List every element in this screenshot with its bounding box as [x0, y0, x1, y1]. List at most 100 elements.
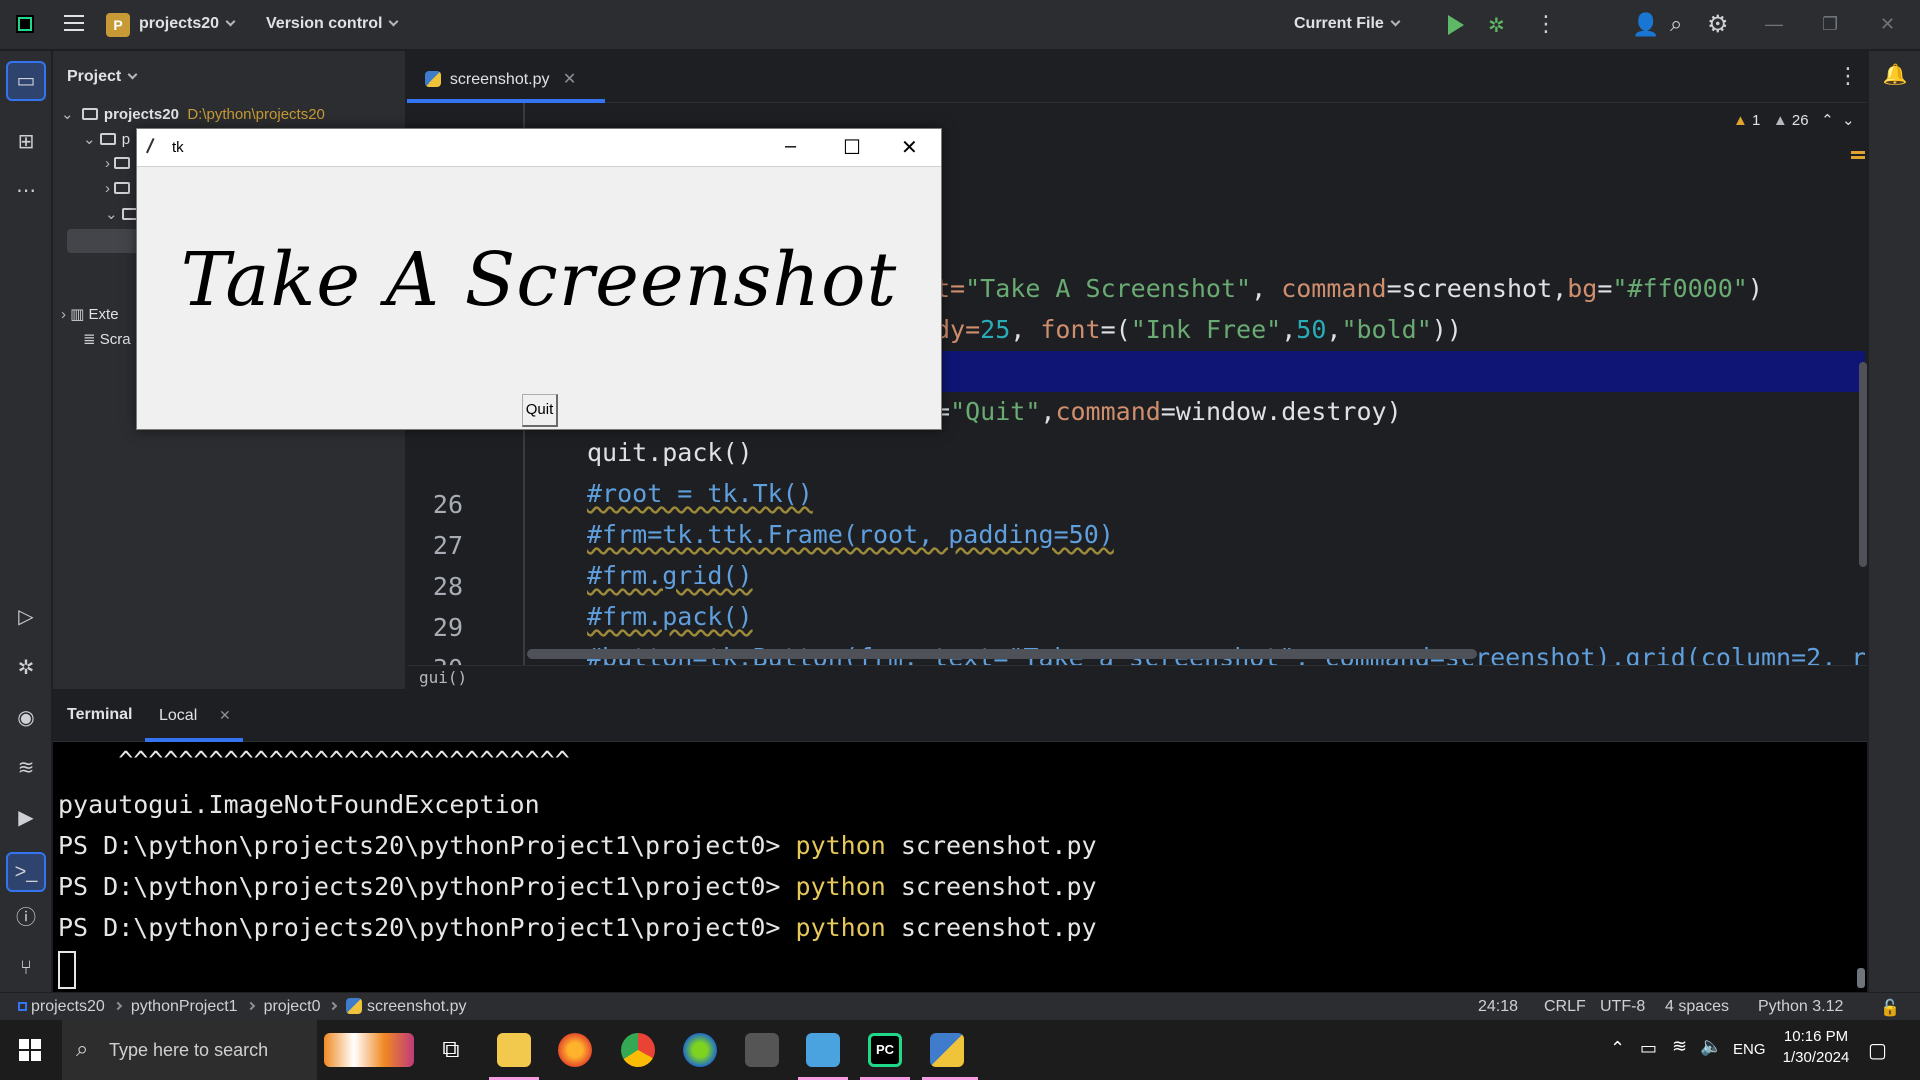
main-menu-icon[interactable]: [64, 15, 84, 31]
code-line-24[interactable]: dy=25, font=("Ink Free",50,"bold")): [935, 315, 1462, 344]
notification-center-icon[interactable]: ▢: [1868, 1038, 1887, 1063]
git-icon[interactable]: ⑂: [12, 954, 40, 982]
file-explorer-icon[interactable]: [497, 1033, 531, 1067]
clock[interactable]: 10:16 PM 1/30/2024: [1776, 1028, 1856, 1066]
tab-options-icon[interactable]: ⋮: [1837, 63, 1859, 89]
quit-button[interactable]: Quit: [522, 394, 558, 427]
breadcrumb-item[interactable]: project0: [264, 998, 321, 1015]
project-panel-header[interactable]: Project: [67, 68, 138, 86]
more-tools-icon[interactable]: ⋯: [12, 177, 40, 205]
tree-item-scratches[interactable]: ≣ Scra: [83, 330, 131, 348]
breadcrumb-item[interactable]: projects20: [31, 998, 105, 1015]
search-highlight-image[interactable]: [324, 1033, 414, 1067]
code-breadcrumb[interactable]: gui(): [419, 668, 467, 687]
structure-tool-icon[interactable]: ⊞: [12, 128, 40, 156]
more-actions-icon[interactable]: ⋮: [1535, 11, 1557, 37]
close-icon[interactable]: ✕: [901, 135, 918, 160]
settings-gear-icon[interactable]: ⚙: [1707, 10, 1729, 39]
vcs-menu[interactable]: Version control: [266, 15, 399, 33]
chevron-down-icon[interactable]: ⌄: [1842, 112, 1855, 129]
tree-item[interactable]: ›: [105, 180, 136, 197]
python-taskbar-icon[interactable]: [930, 1033, 964, 1067]
code-line-23[interactable]: t="Take A Screenshot", command=screensho…: [935, 274, 1763, 303]
services-icon[interactable]: ▶: [12, 804, 40, 832]
browser-globe-icon[interactable]: [683, 1033, 717, 1067]
warning-stripe-marker[interactable]: [1851, 151, 1865, 154]
tab-active-indicator: [145, 738, 243, 742]
tree-item-p[interactable]: ⌄ p: [83, 130, 130, 148]
tab-screenshot-py[interactable]: screenshot.py ✕: [407, 51, 605, 103]
notifications-bell-icon[interactable]: 🔔: [1881, 61, 1909, 89]
run-config-selector[interactable]: Current File: [1294, 15, 1401, 33]
screenshot-label[interactable]: Take A Screenshot: [137, 167, 941, 393]
python-console-icon[interactable]: ◉: [12, 704, 40, 732]
terminal-tool-icon[interactable]: >_: [6, 852, 46, 892]
run-icon[interactable]: [1448, 15, 1464, 35]
breadcrumb-item[interactable]: screenshot.py: [367, 998, 467, 1015]
media-player-icon[interactable]: [745, 1033, 779, 1067]
close-icon[interactable]: ✕: [1880, 14, 1895, 35]
debug-tool-icon[interactable]: ✲: [12, 654, 40, 682]
chevron-right-icon: [113, 1001, 123, 1011]
pycharm-taskbar-icon[interactable]: PC: [868, 1033, 902, 1067]
windows-start-icon[interactable]: [19, 1039, 41, 1061]
run-tool-icon[interactable]: ▷: [12, 603, 40, 631]
code-line-30[interactable]: #frm.pack(): [587, 602, 753, 631]
terminal-scrollbar[interactable]: [1857, 968, 1865, 988]
debug-icon[interactable]: ✲: [1488, 13, 1505, 38]
battery-icon[interactable]: ▭: [1640, 1038, 1657, 1059]
volume-icon[interactable]: 🔈: [1700, 1036, 1722, 1057]
project-switcher[interactable]: projects20: [139, 15, 236, 33]
code-line-25[interactable]: ="Quit",command=window.destroy): [935, 397, 1402, 426]
restore-icon[interactable]: ❐: [1822, 14, 1838, 35]
code-with-me-icon[interactable]: 👤: [1632, 12, 1659, 38]
folder-icon: [99, 133, 116, 145]
file-encoding[interactable]: UTF-8: [1600, 998, 1645, 1016]
vertical-scrollbar[interactable]: [1859, 362, 1867, 567]
horizontal-scrollbar[interactable]: [527, 649, 1477, 659]
indent-setting[interactable]: 4 spaces: [1665, 998, 1729, 1016]
code-line-26[interactable]: quit.pack(): [587, 438, 753, 467]
project-badge[interactable]: P: [106, 13, 130, 37]
video-player-icon[interactable]: [806, 1033, 840, 1067]
code-line-28[interactable]: #frm=tk.ttk.Frame(root, padding=50): [587, 520, 1114, 549]
input-language[interactable]: ENG: [1733, 1041, 1766, 1058]
tree-item-selected[interactable]: [67, 229, 147, 253]
terminal-input-cursor[interactable]: [58, 951, 76, 989]
code-line-29[interactable]: #frm.grid(): [587, 561, 753, 590]
problems-icon[interactable]: ⓘ: [12, 904, 40, 932]
search-icon[interactable]: ⌕: [1670, 11, 1682, 37]
python-interpreter[interactable]: Python 3.12: [1758, 998, 1843, 1016]
tray-chevron-up-icon[interactable]: ⌃: [1610, 1038, 1625, 1059]
project-tool-icon[interactable]: ▭: [6, 61, 46, 101]
breadcrumb-item[interactable]: pythonProject1: [131, 998, 238, 1015]
taskbar-search-box[interactable]: ⌕ Type here to search: [62, 1020, 317, 1080]
tree-item-external-libraries[interactable]: › ▥ Exte: [61, 305, 119, 323]
tree-item[interactable]: ›: [105, 155, 136, 172]
chrome-icon[interactable]: [621, 1033, 655, 1067]
tab-close-icon[interactable]: ✕: [219, 707, 231, 724]
tk-title-bar[interactable]: tk – ☐ ✕: [137, 129, 941, 167]
minimize-icon[interactable]: —: [1765, 14, 1783, 35]
tab-close-icon[interactable]: ✕: [563, 71, 576, 88]
maximize-icon[interactable]: ☐: [843, 135, 861, 160]
caret-position[interactable]: 24:18: [1478, 998, 1518, 1016]
readonly-lock-icon[interactable]: 🔓: [1880, 998, 1900, 1018]
tab-label: screenshot.py: [449, 71, 550, 88]
python-packages-icon[interactable]: ≋: [12, 754, 40, 782]
terminal-prompt: PS D:\python\projects20\pythonProject1\p…: [58, 831, 796, 860]
code-line-27[interactable]: #root = tk.Tk(): [587, 479, 813, 508]
tree-root[interactable]: ⌄ projects20 D:\python\projects20: [61, 105, 325, 123]
inspection-widget[interactable]: ▲ 1 ▲ 26 ⌃ ⌄: [1733, 111, 1855, 129]
wifi-icon[interactable]: ≋: [1672, 1036, 1687, 1057]
terminal-argument: screenshot.py: [885, 872, 1097, 901]
line-separator[interactable]: CRLF: [1544, 998, 1586, 1016]
code-token: ,: [1010, 315, 1041, 344]
firefox-icon[interactable]: [558, 1033, 592, 1067]
warning-stripe-marker[interactable]: [1851, 156, 1865, 159]
chevron-up-icon[interactable]: ⌃: [1821, 112, 1834, 129]
folder-icon: [114, 157, 131, 169]
tab-terminal-local[interactable]: Local ✕: [145, 690, 243, 742]
task-view-icon[interactable]: ⧉: [434, 1033, 468, 1067]
minimize-icon[interactable]: –: [785, 135, 796, 158]
